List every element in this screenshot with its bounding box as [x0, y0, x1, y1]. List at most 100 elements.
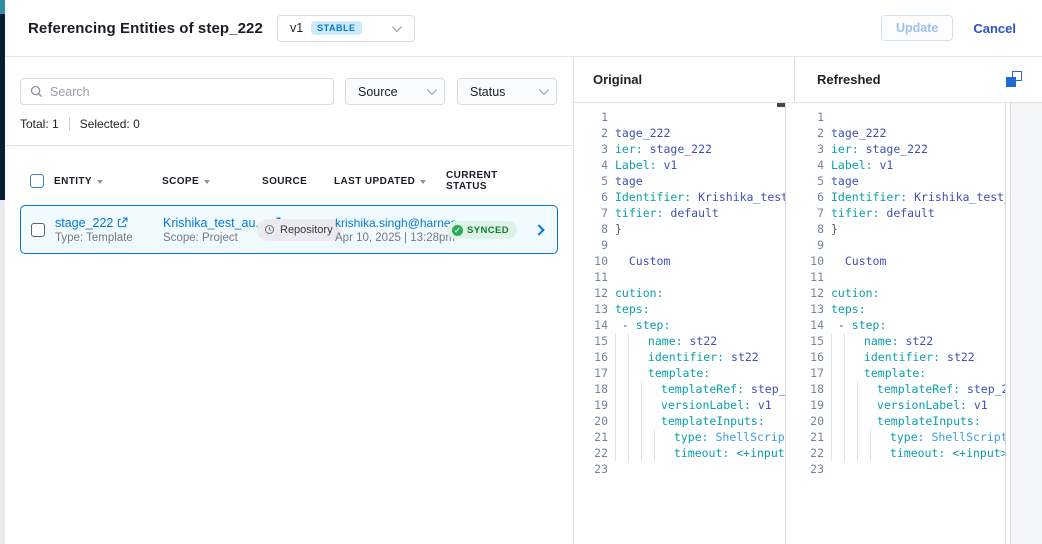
status-badge: ✓ SYNCED	[447, 221, 517, 239]
original-title: Original	[593, 72, 642, 87]
code-line: 16 identifier: st22	[574, 349, 785, 365]
code-line: 5tage	[806, 173, 1005, 189]
version-dropdown[interactable]: v1 STABLE	[277, 15, 415, 42]
updated-by-link[interactable]: krishika.singh@harnes...	[335, 216, 447, 230]
code-line: 5tage	[574, 173, 785, 189]
column-current-status: CURRENT STATUS	[446, 170, 534, 192]
code-line: 20 templateInputs:	[806, 413, 1005, 429]
status-filter-dropdown[interactable]: Status	[457, 78, 557, 105]
sort-icon[interactable]	[420, 178, 426, 184]
page-title: Referencing Entities of step_222	[28, 20, 263, 37]
chevron-down-icon	[391, 22, 401, 32]
code-line: 18 templateRef: step_222	[806, 381, 1005, 397]
entities-pane: Source Status Total: 1 Selected: 0	[5, 57, 574, 544]
code-line: 13teps:	[806, 301, 1005, 317]
code-line: 12cution:	[806, 285, 1005, 301]
diff-pane: Original Refreshed 12tage_2223ier: stage…	[574, 57, 1042, 544]
column-source-label: SOURCE	[262, 176, 307, 187]
code-line: 3ier: stage_222	[806, 141, 1005, 157]
copy-icon[interactable]	[1005, 71, 1022, 88]
horizontal-scrollbar-thumb[interactable]	[777, 103, 786, 107]
entity-name: stage_222	[55, 216, 113, 230]
version-label: v1	[290, 21, 303, 35]
cancel-button[interactable]: Cancel	[973, 21, 1016, 36]
code-line: 17 template:	[574, 365, 785, 381]
source-badge: Repository	[257, 219, 342, 241]
source-cell: Repository	[263, 219, 335, 241]
table-row[interactable]: stage_222 Type: Template Krishika_test_a…	[20, 205, 558, 254]
code-line: 13teps:	[574, 301, 785, 317]
last-updated-cell: krishika.singh@harnes... Apr 10, 2025 | …	[335, 216, 447, 244]
row-checkbox[interactable]	[31, 223, 45, 237]
code-line: 22 timeout: <+input>	[806, 445, 1005, 461]
diff-header: Original Refreshed	[574, 57, 1042, 103]
sidebar-light-block	[0, 200, 5, 544]
source-filter-label: Source	[358, 85, 398, 99]
code-line: 2tage_222	[574, 125, 785, 141]
code-panel-refreshed[interactable]: 12tage_2223ier: stage_2224Label: v15tage…	[806, 103, 1006, 544]
column-last-updated-label: LAST UPDATED	[334, 176, 415, 187]
sort-icon[interactable]	[97, 178, 103, 184]
sort-icon[interactable]	[204, 178, 210, 184]
search-input[interactable]	[50, 85, 324, 99]
chevron-right-icon	[533, 224, 544, 235]
code-line: 6Identifier: Krishika_test_aut	[574, 189, 785, 205]
entity-link[interactable]: stage_222	[55, 216, 163, 230]
sidebar-dark-block	[0, 14, 5, 200]
updated-at: Apr 10, 2025 | 13:28pm	[335, 232, 447, 244]
search-box[interactable]	[20, 78, 334, 105]
status-cell: ✓ SYNCED	[447, 220, 535, 240]
column-last-updated: LAST UPDATED	[334, 176, 446, 187]
filter-toolbar: Source Status	[20, 78, 558, 105]
scope-name: Krishika_test_au...	[163, 216, 266, 230]
code-line: 11	[806, 269, 1005, 285]
column-scope: SCOPE	[162, 176, 262, 187]
total-count: Total: 1	[20, 117, 59, 131]
source-filter-dropdown[interactable]: Source	[345, 78, 445, 105]
code-line: 18 templateRef: step_222	[574, 381, 785, 397]
code-line: 10 Custom	[574, 253, 785, 269]
source-badge-label: Repository	[280, 224, 333, 236]
search-icon	[30, 85, 43, 98]
external-link-icon	[117, 217, 128, 228]
select-all-checkbox[interactable]	[30, 174, 44, 188]
code-line: 23	[574, 461, 785, 477]
code-line: 22 timeout: <+input>	[574, 445, 785, 461]
code-line: 21 type: ShellScript	[806, 429, 1005, 445]
code-line: 7tifier: default	[574, 205, 785, 221]
code-line: 4Label: v1	[574, 157, 785, 173]
code-line: 14 - step:	[806, 317, 1005, 333]
modal-header: Referencing Entities of step_222 v1 STAB…	[5, 0, 1042, 57]
column-entity: ENTITY	[54, 176, 162, 187]
diff-body: 12tage_2223ier: stage_2224Label: v15tage…	[574, 103, 1042, 544]
code-panel-original[interactable]: 12tage_2223ier: stage_2224Label: v15tage…	[574, 103, 786, 544]
code-line: 2tage_222	[806, 125, 1005, 141]
code-line: 15 name: st22	[806, 333, 1005, 349]
refreshed-header: Refreshed	[795, 57, 1042, 102]
totals-divider	[69, 117, 70, 131]
modal-body: Source Status Total: 1 Selected: 0	[5, 57, 1042, 544]
code-line: 8}	[806, 221, 1005, 237]
right-gutter	[1010, 103, 1042, 544]
screen: Referencing Entities of step_222 v1 STAB…	[0, 0, 1042, 544]
check-circle-icon: ✓	[452, 225, 463, 236]
code-line: 4Label: v1	[806, 157, 1005, 173]
column-scope-label: SCOPE	[162, 176, 199, 187]
column-current-status-label: CURRENT STATUS	[446, 170, 534, 192]
status-filter-label: Status	[470, 85, 505, 99]
code-line: 8}	[574, 221, 785, 237]
update-button[interactable]: Update	[881, 15, 953, 41]
code-line: 14 - step:	[574, 317, 785, 333]
refreshed-title: Refreshed	[817, 72, 881, 87]
scope-cell: Krishika_test_au... Scope: Project	[163, 216, 263, 244]
code-line: 20 templateInputs:	[574, 413, 785, 429]
scope-link[interactable]: Krishika_test_au...	[163, 216, 263, 230]
repository-icon	[264, 224, 275, 235]
original-header: Original	[574, 57, 795, 102]
stable-badge: STABLE	[311, 21, 361, 35]
chevron-down-icon	[427, 85, 437, 95]
code-line: 3ier: stage_222	[574, 141, 785, 157]
scope-sub: Scope: Project	[163, 232, 263, 244]
row-expand-chevron[interactable]	[535, 221, 549, 239]
code-line: 19 versionLabel: v1	[806, 397, 1005, 413]
